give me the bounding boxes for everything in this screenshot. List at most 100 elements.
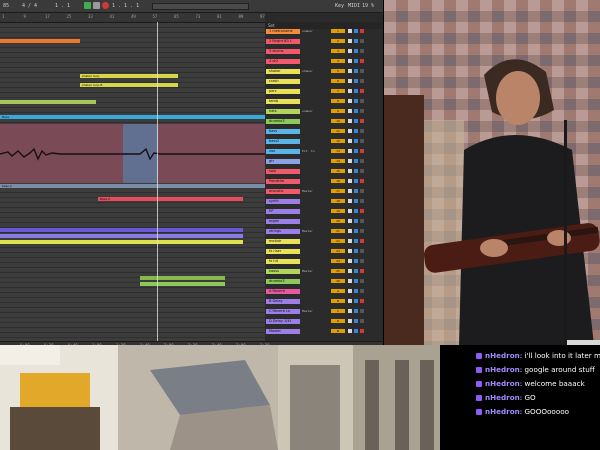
arm-button[interactable] [360, 209, 364, 213]
track-lane[interactable] [0, 328, 265, 333]
track-activator[interactable]: 6 [331, 79, 345, 83]
track-name[interactable]: organ [266, 219, 300, 224]
play-icon[interactable] [84, 2, 91, 9]
track-lane[interactable] [0, 248, 265, 253]
arm-button[interactable] [360, 299, 364, 303]
track-lane[interactable] [0, 308, 265, 313]
track-lane[interactable] [0, 213, 265, 218]
track-name[interactable]: A Reverb [266, 289, 300, 294]
track-lane[interactable] [0, 203, 265, 208]
track-name[interactable]: bass2 [266, 139, 300, 144]
track-lane[interactable] [0, 28, 265, 33]
track-lane[interactable] [0, 288, 265, 293]
track-name[interactable]: D Delay 1/4t [266, 319, 300, 324]
solo-button[interactable] [348, 149, 352, 153]
track-name[interactable]: Pandeiro [266, 179, 300, 184]
solo-button[interactable] [348, 109, 352, 113]
arm-button[interactable] [360, 129, 364, 133]
clip-green[interactable] [0, 100, 96, 104]
clip-bass-2[interactable]: bass 2 [0, 184, 265, 188]
arm-button[interactable] [360, 39, 364, 43]
arm-button[interactable] [360, 79, 364, 83]
clip-shaker-loop-b[interactable]: shaker loop B [80, 83, 178, 87]
arm-button[interactable] [360, 169, 364, 173]
monitor-button[interactable] [354, 69, 358, 73]
clip-solo[interactable]: Bass 2 [98, 197, 243, 201]
arm-button[interactable] [360, 119, 364, 123]
track-lane[interactable] [0, 318, 265, 323]
monitor-button[interactable] [354, 149, 358, 153]
track-lane[interactable] [0, 53, 265, 58]
monitor-button[interactable] [354, 179, 358, 183]
track-name[interactable]: bass [266, 129, 300, 134]
arm-button[interactable] [360, 109, 364, 113]
monitor-button[interactable] [354, 249, 358, 253]
arm-button[interactable] [360, 309, 364, 313]
solo-button[interactable] [348, 239, 352, 243]
track-name[interactable]: hats [266, 109, 300, 114]
track-activator[interactable]: 8 [331, 99, 345, 103]
track-name[interactable]: B Delay [266, 299, 300, 304]
track-lane[interactable] [0, 48, 265, 53]
track-activator[interactable]: 7 [331, 89, 345, 93]
arm-button[interactable] [360, 59, 364, 63]
monitor-button[interactable] [354, 229, 358, 233]
monitor-button[interactable] [354, 269, 358, 273]
track-lane[interactable] [0, 63, 265, 68]
monitor-button[interactable] [354, 279, 358, 283]
chat-username[interactable]: nHedron [485, 379, 520, 388]
track-name[interactable]: fx hit [266, 259, 300, 264]
track-activator[interactable]: 15 [331, 169, 345, 173]
monitor-button[interactable] [354, 259, 358, 263]
track-name[interactable]: solo [266, 169, 300, 174]
track-activator[interactable]: 18 [331, 199, 345, 203]
track-name[interactable]: 3 drums [266, 49, 300, 54]
tempo-display[interactable]: 85 [3, 2, 9, 10]
solo-button[interactable] [348, 319, 352, 323]
monitor-button[interactable] [354, 209, 358, 213]
solo-button[interactable] [348, 59, 352, 63]
arm-button[interactable] [360, 329, 364, 333]
arm-button[interactable] [360, 89, 364, 93]
loop-position[interactable]: 1 . 1 [55, 2, 70, 10]
track-activator[interactable]: 21 [331, 229, 345, 233]
clip-ep[interactable] [0, 234, 243, 238]
time-signature[interactable]: 4 / 4 [22, 2, 37, 10]
track-lane[interactable] [0, 313, 265, 318]
arm-button[interactable] [360, 279, 364, 283]
clip-organ[interactable] [0, 240, 243, 244]
playhead-marker[interactable] [157, 22, 158, 342]
monitor-button[interactable] [354, 59, 358, 63]
track-lane[interactable] [0, 273, 265, 278]
chat-username[interactable]: nHedron [485, 407, 520, 416]
routing-select[interactable]: Master [302, 309, 326, 314]
solo-button[interactable] [348, 179, 352, 183]
track-name[interactable]: 4 dr2 [266, 59, 300, 64]
arm-button[interactable] [360, 219, 364, 223]
solo-button[interactable] [348, 259, 352, 263]
monitor-button[interactable] [354, 89, 358, 93]
track-activator[interactable]: A [331, 289, 345, 293]
arm-button[interactable] [360, 199, 364, 203]
monitor-button[interactable] [354, 199, 358, 203]
arm-button[interactable] [360, 139, 364, 143]
track-activator[interactable]: M [331, 329, 345, 333]
arm-button[interactable] [360, 159, 364, 163]
arm-button[interactable] [360, 269, 364, 273]
routing-select[interactable]: Master [302, 189, 326, 194]
track-lane[interactable] [0, 333, 265, 338]
track-activator[interactable]: B [331, 299, 345, 303]
monitor-button[interactable] [354, 39, 358, 43]
solo-button[interactable] [348, 199, 352, 203]
track-name[interactable]: drumbs3 [266, 119, 300, 124]
track-activator[interactable]: D [331, 319, 345, 323]
track-name[interactable]: 1 metronome [266, 29, 300, 34]
clip-bass[interactable]: Bass [0, 115, 265, 119]
arm-button[interactable] [360, 29, 364, 33]
arm-button[interactable] [360, 189, 364, 193]
solo-button[interactable] [348, 289, 352, 293]
clip-synth[interactable] [0, 228, 243, 232]
track-lane[interactable] [0, 43, 265, 48]
track-name[interactable]: C Reverb Lo [266, 309, 300, 314]
track-activator[interactable]: 10 [331, 119, 345, 123]
